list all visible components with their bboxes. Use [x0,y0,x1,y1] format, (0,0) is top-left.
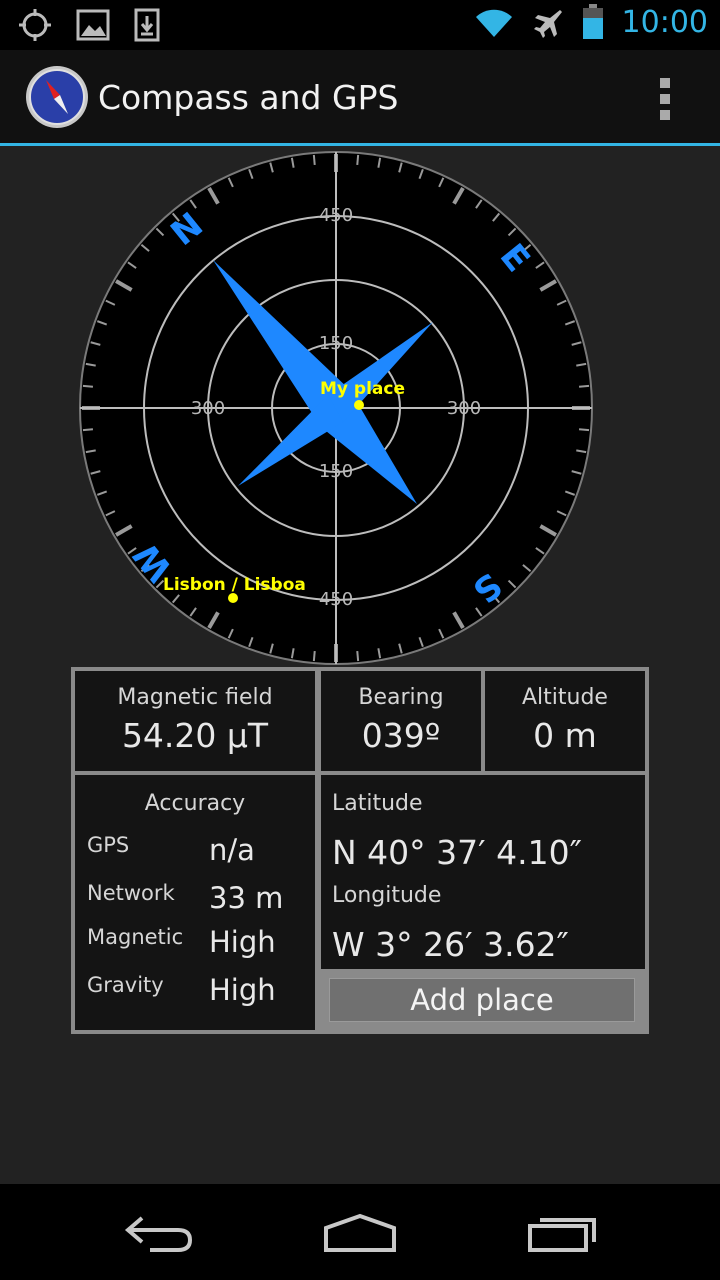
accuracy-gravity-value: High [209,973,276,1007]
add-place-button[interactable]: Add place [329,978,635,1022]
magnetic-field-cell: Magnetic field 54.20 µT [75,671,315,771]
altitude-value: 0 m [533,716,597,755]
app-title: Compass and GPS [98,78,399,117]
dial-tick [356,154,360,166]
longitude-label: Longitude [332,883,442,908]
ring-label-north-outer: 450 [319,205,353,226]
bearing-label: Bearing [358,685,444,710]
bearing-value: 039º [361,716,441,755]
ring-label-east: 300 [447,398,481,419]
lisbon-label: Lisbon / Lisboa [163,575,306,595]
ring-label-south-outer: 450 [319,589,353,610]
accuracy-network-value: 33 m [209,881,284,915]
accuracy-gps-value: n/a [209,833,255,867]
dial-tick [578,428,590,432]
accuracy-network-label: Network [87,881,175,905]
info-panel: Magnetic field 54.20 µT Bearing 039º Alt… [71,667,649,1034]
dial-tick [82,428,94,432]
home-icon[interactable] [320,1208,400,1256]
status-bar: 10:00 [0,0,720,50]
latitude-value: N 40° 37′ 4.10″ [332,833,582,872]
overflow-menu-icon[interactable] [650,78,680,120]
accuracy-row-gravity: Gravity High [87,973,276,1007]
dial-tick [578,384,590,388]
clock: 10:00 [621,4,708,40]
action-bar: Compass and GPS [0,50,720,146]
compass-dial: 450 150 300 300 150 450 N E S W My place… [79,151,593,665]
dial-tick [356,650,360,662]
my-place-marker[interactable] [354,400,364,410]
ring-label-north-inner: 150 [319,333,353,354]
ring-label-south-inner: 150 [319,461,353,482]
battery-icon [582,4,603,39]
altitude-cell: Altitude 0 m [485,671,645,771]
altitude-label: Altitude [522,685,608,710]
image-icon [76,9,110,41]
accuracy-magnetic-value: High [209,925,276,959]
accuracy-row-gps: GPS n/a [87,833,255,867]
longitude-value: W 3° 26′ 3.62″ [332,925,569,964]
magnetic-field-value: 54.20 µT [121,716,269,755]
accuracy-title: Accuracy [144,791,246,816]
accuracy-cell: Accuracy GPS n/a Network 33 m Magnetic H… [75,775,315,1030]
navigation-bar [0,1184,720,1280]
dial-tick [312,154,316,166]
bearing-cell: Bearing 039º [321,671,481,771]
accuracy-gravity-label: Gravity [87,973,164,997]
ring-label-west: 300 [191,398,225,419]
accuracy-row-network: Network 33 m [87,881,283,915]
coordinates-cell: Latitude N 40° 37′ 4.10″ Longitude W 3° … [321,775,645,969]
airplane-icon [533,10,562,38]
download-icon [134,8,160,42]
accuracy-magnetic-label: Magnetic [87,925,184,949]
accuracy-row-magnetic: Magnetic High [87,925,276,959]
accuracy-gps-label: GPS [87,833,130,857]
wifi-icon [475,9,512,38]
dial-tick [82,384,94,388]
magnetic-field-label: Magnetic field [117,685,273,710]
my-place-label: My place [320,379,405,399]
compass-app-icon[interactable] [24,64,90,130]
latitude-label: Latitude [332,791,423,816]
recent-apps-icon[interactable] [524,1208,604,1256]
location-target-icon [19,9,51,41]
dial-tick [312,650,316,662]
back-icon[interactable] [120,1208,200,1256]
